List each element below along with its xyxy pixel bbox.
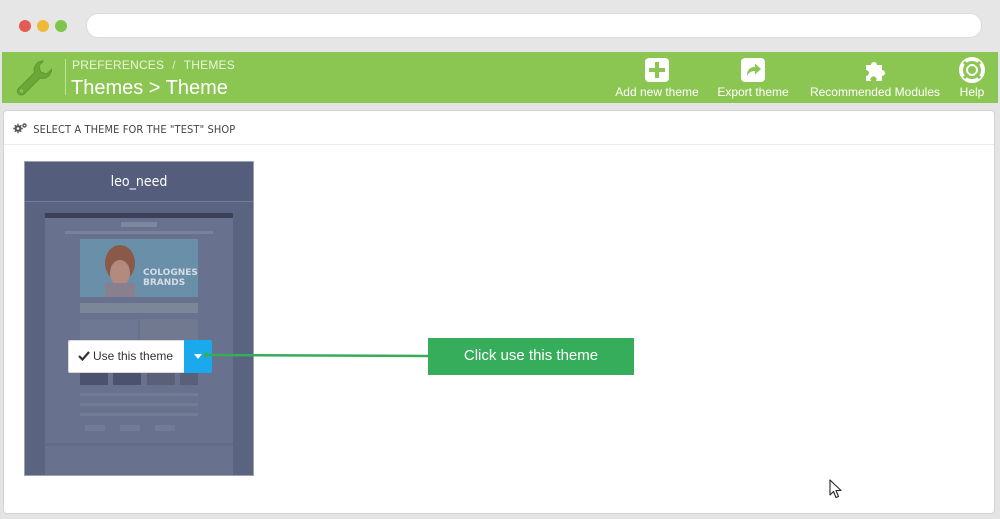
page-toolbar: PREFERENCES / THEMES Themes > Theme Add ne… bbox=[2, 52, 998, 103]
address-bar[interactable] bbox=[86, 13, 982, 38]
page-title: Themes > Theme bbox=[71, 77, 228, 99]
theme-options-dropdown-toggle[interactable] bbox=[184, 340, 212, 373]
theme-panel: SELECT A THEME FOR THE "TEST" SHOP leo_n… bbox=[3, 110, 995, 514]
callout-box: Click use this theme bbox=[428, 338, 634, 375]
check-icon bbox=[78, 351, 90, 361]
breadcrumb-separator: / bbox=[172, 58, 176, 72]
toolbar-separator bbox=[65, 59, 66, 95]
theme-name: leo_need bbox=[25, 162, 253, 202]
add-new-theme-button[interactable]: Add new theme bbox=[611, 57, 703, 101]
help-button[interactable]: Help bbox=[953, 57, 991, 101]
export-theme-label: Export theme bbox=[717, 85, 789, 99]
use-this-theme-label: Use this theme bbox=[93, 349, 174, 363]
cogs-icon bbox=[13, 123, 27, 134]
share-icon bbox=[741, 58, 765, 82]
recommended-modules-button[interactable]: Recommended Modules bbox=[805, 57, 945, 101]
caret-down-icon bbox=[194, 354, 202, 359]
help-label: Help bbox=[959, 85, 985, 99]
window-maximize-dot[interactable] bbox=[55, 20, 67, 32]
breadcrumb: PREFERENCES / THEMES bbox=[72, 58, 235, 72]
theme-card[interactable]: leo_need COLOGNES BRANDS Use this theme bbox=[24, 161, 254, 476]
mouse-cursor-icon bbox=[829, 479, 842, 499]
wrench-icon bbox=[16, 60, 53, 96]
plus-square-icon bbox=[645, 58, 669, 82]
svg-text:BRANDS: BRANDS bbox=[143, 278, 185, 288]
breadcrumb-themes[interactable]: THEMES bbox=[184, 58, 235, 72]
browser-chrome bbox=[0, 0, 1000, 52]
export-theme-button[interactable]: Export theme bbox=[713, 57, 793, 101]
lifebuoy-icon bbox=[959, 57, 985, 83]
svg-text:COLOGNES: COLOGNES bbox=[143, 268, 198, 278]
theme-preview-image: COLOGNES BRANDS bbox=[25, 203, 253, 475]
window-close-dot[interactable] bbox=[19, 20, 31, 32]
panel-heading: SELECT A THEME FOR THE "TEST" SHOP bbox=[4, 111, 994, 145]
use-this-theme-button[interactable]: Use this theme bbox=[68, 340, 185, 373]
recommended-modules-label: Recommended Modules bbox=[809, 85, 941, 99]
panel-heading-text: SELECT A THEME FOR THE "TEST" SHOP bbox=[33, 123, 236, 136]
add-new-theme-label: Add new theme bbox=[615, 85, 699, 99]
breadcrumb-preferences[interactable]: PREFERENCES bbox=[72, 58, 164, 72]
puzzle-icon bbox=[866, 62, 885, 81]
window-minimize-dot[interactable] bbox=[37, 20, 49, 32]
